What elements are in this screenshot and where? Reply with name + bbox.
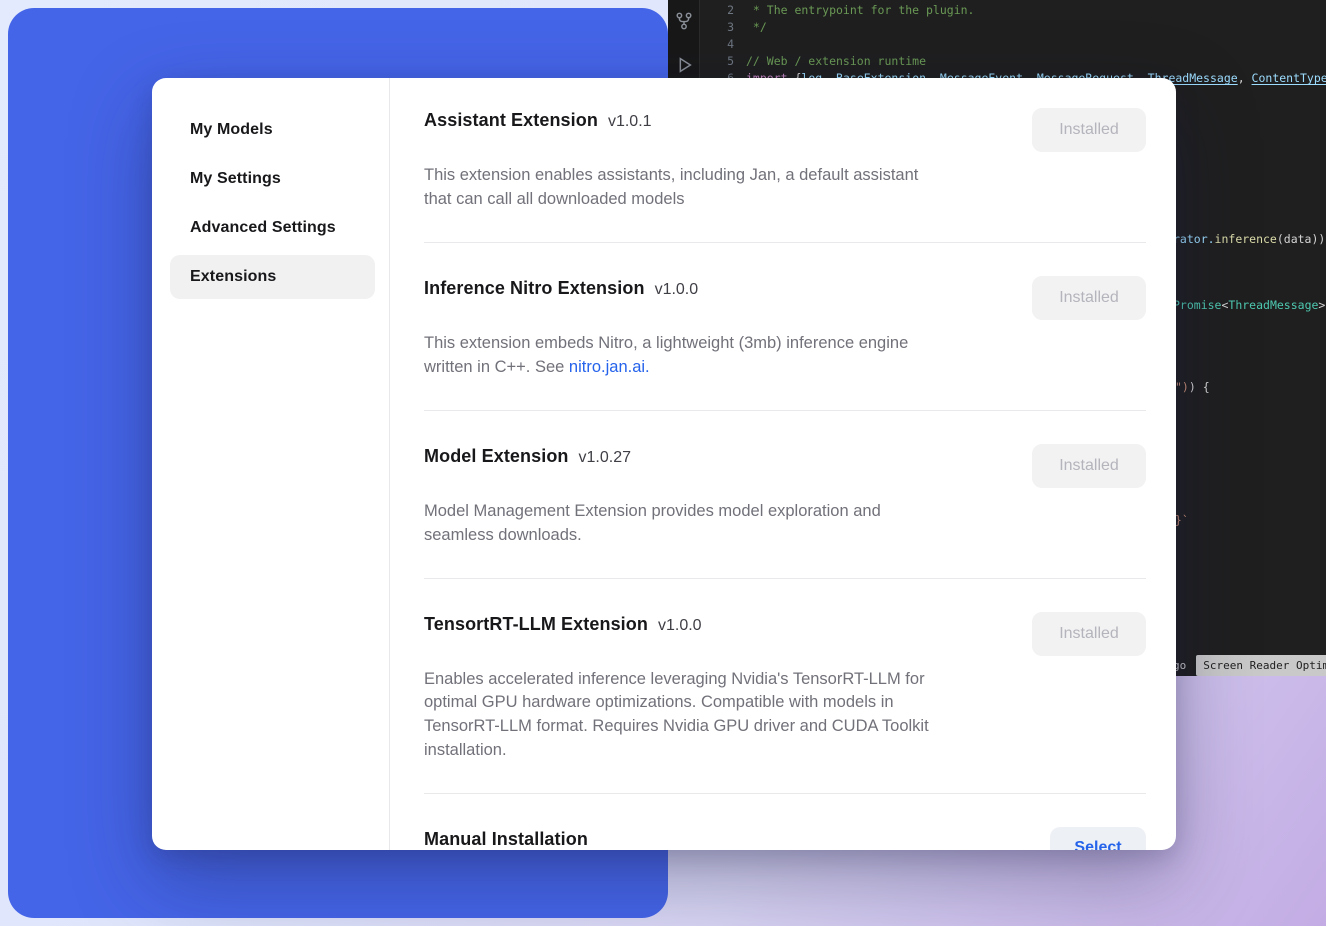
extension-row-assistant: Assistant Extension v1.0.1 Installed This…	[424, 78, 1146, 242]
installed-button[interactable]: Installed	[1032, 276, 1146, 320]
run-debug-icon[interactable]	[673, 54, 695, 76]
code-line: 2 * The entrypoint for the plugin.	[700, 2, 1326, 19]
extension-version: v1.0.0	[655, 281, 699, 298]
extension-heading: Model Extension v1.0.27	[424, 446, 631, 467]
sidebar-item-advanced-settings[interactable]: Advanced Settings	[170, 206, 375, 250]
nitro-jan-ai-link[interactable]: nitro.jan.ai.	[569, 358, 650, 376]
manual-installation-row: Manual Installation Select Select an ext…	[424, 793, 1146, 850]
extension-description: This extension embeds Nitro, a lightweig…	[424, 332, 1009, 380]
code-fragment: ")) {	[1175, 379, 1210, 396]
extension-version: v1.0.27	[579, 449, 631, 466]
settings-sidebar: My Models My Settings Advanced Settings …	[152, 78, 390, 850]
line-number: 2	[700, 2, 746, 19]
extension-row-tensorrt-llm: TensortRT-LLM Extensionv1.0.0 Installed …	[424, 578, 1146, 794]
sidebar-item-extensions[interactable]: Extensions	[170, 255, 375, 299]
code-fragment: Promise<ThreadMessage>	[1173, 297, 1325, 314]
extension-heading: Assistant Extension v1.0.1	[424, 110, 652, 131]
extension-heading: TensortRT-LLM Extension v1.0.0	[424, 614, 702, 635]
installed-button[interactable]: Installed	[1032, 612, 1146, 656]
extension-version: v1.0.1	[608, 113, 652, 130]
sidebar-item-my-models[interactable]: My Models	[170, 108, 375, 152]
extension-description: Enables accelerated inference leveraging…	[424, 668, 1009, 764]
extension-description: This extension enables assistants, inclu…	[424, 164, 1009, 212]
manual-installation-heading: Manual Installation	[424, 829, 588, 850]
extension-name: Assistant Extension	[424, 110, 598, 130]
line-number: 3	[700, 19, 746, 36]
installed-button[interactable]: Installed	[1032, 444, 1146, 488]
manual-installation-title: Manual Installation	[424, 829, 588, 849]
code-line: 4	[700, 36, 1326, 53]
select-file-button[interactable]: Select	[1050, 827, 1146, 850]
installed-button[interactable]: Installed	[1032, 108, 1146, 152]
git-fork-icon[interactable]	[673, 10, 695, 32]
sidebar-item-my-settings[interactable]: My Settings	[170, 157, 375, 201]
code-area[interactable]: 2 * The entrypoint for the plugin. 3 */ …	[700, 2, 1326, 87]
extension-name: Inference Nitro Extension	[424, 278, 645, 298]
settings-modal: My Models My Settings Advanced Settings …	[152, 78, 1176, 850]
extension-name: Model Extension	[424, 446, 569, 466]
extension-row-inference-nitro: Inference Nitro Extension v1.0.0 Installe…	[424, 242, 1146, 410]
extension-version: v1.0.0	[658, 617, 702, 634]
extension-row-model: Model Extension v1.0.27 Installed Model M…	[424, 410, 1146, 578]
extension-description: Model Management Extension provides mode…	[424, 500, 1009, 548]
desktop: 2 * The entrypoint for the plugin. 3 */ …	[0, 0, 1326, 926]
extension-heading: Inference Nitro Extension v1.0.0	[424, 278, 698, 299]
extension-name: TensortRT-LLM Extension	[424, 614, 648, 634]
code-line: 5 // Web / extension runtime	[700, 53, 1326, 70]
extensions-panel: Assistant Extension v1.0.1 Installed This…	[390, 78, 1176, 850]
line-number: 5	[700, 53, 746, 70]
code-fragment: rator.inference(data));	[1173, 231, 1326, 248]
code-line: 3 */	[700, 19, 1326, 36]
line-number: 4	[700, 36, 746, 53]
screen-reader-chip[interactable]: Screen Reader Optimize	[1196, 655, 1326, 676]
